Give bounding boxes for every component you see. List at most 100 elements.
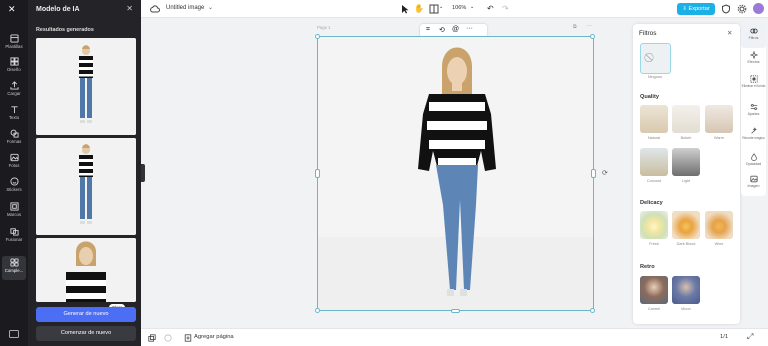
filter-thumb[interactable]: [705, 105, 733, 133]
rail-item-text[interactable]: Texto: [0, 103, 28, 125]
rail-item-adjust[interactable]: Ajustes: [741, 100, 766, 124]
filter-label: Coconut: [646, 179, 662, 183]
filter-thumb[interactable]: [672, 211, 700, 239]
export-label: Exportar: [688, 6, 710, 12]
resize-handle[interactable]: [591, 169, 596, 178]
resize-handle[interactable]: [315, 34, 320, 39]
selected-image[interactable]: [317, 36, 594, 311]
resize-handle[interactable]: [315, 308, 320, 313]
close-icon[interactable]: ✕: [727, 29, 732, 37]
link-icon[interactable]: @: [452, 26, 459, 33]
section-title: Quality: [640, 94, 659, 100]
rail-item-filters[interactable]: Filtros: [741, 24, 766, 48]
effects-icon: [749, 51, 758, 59]
resize-handle[interactable]: [315, 169, 320, 178]
filter-thumb[interactable]: [672, 148, 700, 176]
add-page-icon[interactable]: [184, 334, 192, 342]
filter-thumb[interactable]: [640, 211, 668, 239]
upload-icon: [9, 81, 19, 90]
rail-item-frames[interactable]: Marcos: [0, 200, 28, 222]
capcut-logo-icon[interactable]: ✕: [8, 5, 19, 14]
filter-thumb[interactable]: [705, 211, 733, 239]
keyboard-icon[interactable]: [9, 330, 19, 338]
more-icon[interactable]: ···: [586, 23, 592, 29]
close-icon[interactable]: ✕: [126, 4, 133, 13]
filters-icon: [749, 28, 758, 34]
right-tool-rail: Filtros Efectos Eliminar el fondo Ajuste…: [741, 24, 766, 196]
model-photo: [36, 38, 136, 135]
timer-icon[interactable]: [164, 334, 172, 342]
select-pointer-icon[interactable]: [400, 4, 410, 14]
adjust-icon: [750, 104, 757, 110]
bottom-bar: Agregar página 1/1 ⤢: [141, 328, 768, 346]
generate-again-button[interactable]: Generar de nuevo: [36, 307, 136, 322]
model-photo: [36, 138, 136, 235]
redo-icon[interactable]: ↷: [502, 4, 512, 14]
magic-cut-icon: [750, 127, 757, 134]
rail-item-opacity[interactable]: Opacidad: [741, 150, 766, 174]
filter-thumb[interactable]: [640, 105, 668, 133]
rail-item-label: Efectos: [747, 60, 760, 64]
hand-icon[interactable]: ✋: [414, 4, 424, 14]
avatar[interactable]: [753, 3, 764, 14]
document-title[interactable]: Untitled image: [166, 5, 204, 11]
chevron-down-icon[interactable]: ⌄: [470, 4, 474, 10]
rail-item-label: Recorte mágico: [742, 136, 765, 140]
cloud-icon[interactable]: [150, 4, 160, 14]
opacity-icon: [750, 153, 757, 161]
rail-item-label: Filtros: [748, 36, 759, 40]
filter-thumb[interactable]: [672, 105, 700, 133]
rail-item-image[interactable]: Imagen: [741, 172, 766, 196]
filter-label: Ninguno: [647, 75, 663, 79]
result-thumbnail[interactable]: [36, 138, 136, 235]
rail-item-effects[interactable]: Efectos: [741, 48, 766, 72]
duplicate-page-icon[interactable]: ⧉: [573, 24, 577, 30]
zoom-level[interactable]: 106%: [452, 5, 466, 11]
crop-icon[interactable]: ⌗: [426, 26, 430, 34]
more-options-icon[interactable]: ···: [466, 25, 473, 32]
result-thumbnail[interactable]: [36, 38, 136, 135]
filter-label: Fresh: [649, 242, 659, 246]
start-over-button[interactable]: Comenzar de nuevo: [36, 326, 136, 341]
rail-item-merge[interactable]: Fusionar: [0, 225, 28, 247]
filter-thumb[interactable]: [640, 148, 668, 176]
rail-item-upload[interactable]: Cargar: [0, 79, 28, 101]
resize-handle[interactable]: [451, 309, 460, 313]
replace-icon[interactable]: ⟲: [439, 26, 445, 34]
resize-handle[interactable]: [590, 34, 595, 39]
rotate-icon[interactable]: ⟳: [602, 169, 608, 177]
shield-icon[interactable]: [721, 4, 731, 14]
shapes-icon: [10, 129, 19, 138]
rail-item-label: Fotos: [8, 163, 20, 168]
left-tool-rail: ✕ Plantillas Diseño Cargar Texto Formas …: [0, 0, 28, 346]
result-thumbnail[interactable]: [36, 238, 136, 302]
resize-handle[interactable]: [590, 308, 595, 313]
section-title: Delicacy: [640, 200, 663, 206]
rail-item-design[interactable]: Diseño: [0, 55, 28, 77]
filter-label: Warm: [714, 136, 724, 140]
merge-icon: [9, 228, 19, 236]
rail-item-shapes[interactable]: Formas: [0, 127, 28, 149]
expand-icon[interactable]: ⤢: [747, 332, 753, 342]
filter-none[interactable]: ⃠: [640, 43, 671, 74]
undo-icon[interactable]: ↶: [487, 4, 497, 14]
export-button[interactable]: ⇩ Exportar: [677, 3, 715, 15]
rail-item-remove-bg[interactable]: Eliminar el fondo: [741, 72, 766, 96]
rail-item-templates[interactable]: Plantillas: [0, 32, 28, 54]
results-heading: Resultados generados: [36, 27, 94, 33]
filter-label: Natural: [647, 136, 661, 140]
filter-thumb[interactable]: [672, 276, 700, 304]
add-page-button[interactable]: Agregar página: [194, 334, 234, 340]
layout-icon[interactable]: [429, 4, 439, 14]
filter-thumb[interactable]: [640, 276, 668, 304]
chevron-down-icon[interactable]: ⌄: [439, 4, 443, 10]
rail-item-stickers[interactable]: Stickers: [0, 175, 28, 197]
rail-item-magic-cut[interactable]: Recorte mágico: [741, 124, 766, 148]
filter-label: Carmel: [647, 307, 661, 311]
rail-item-label: Diseño: [7, 67, 21, 72]
chevron-down-icon[interactable]: ⌄: [208, 4, 213, 11]
layers-icon[interactable]: [148, 334, 156, 342]
gear-icon[interactable]: [737, 4, 747, 14]
rail-item-plugins[interactable]: Comple...: [2, 256, 26, 280]
rail-item-photos[interactable]: Fotos: [0, 151, 28, 173]
